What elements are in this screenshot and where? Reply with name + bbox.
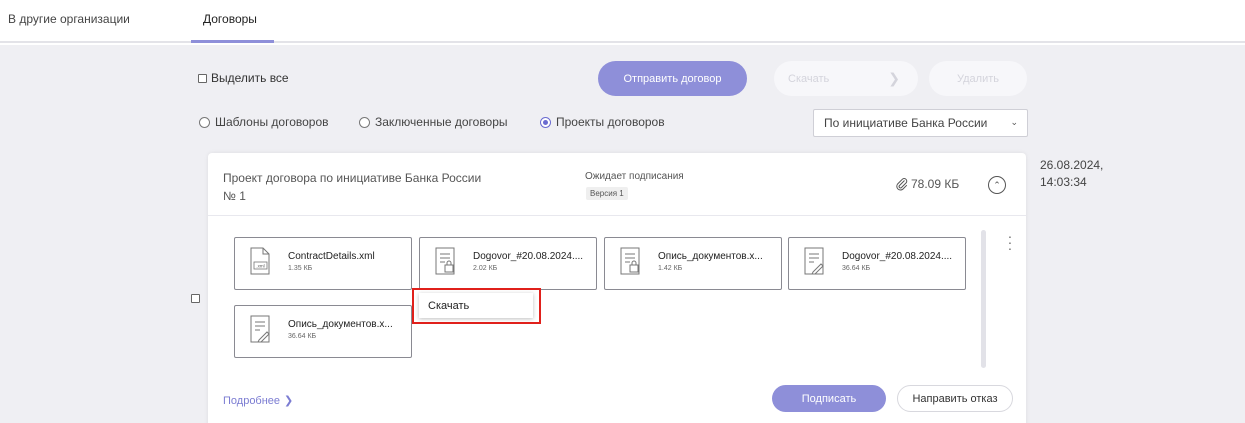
file-tile[interactable]: Dogovor_#20.08.2024.... 36.64 КБ <box>788 237 966 290</box>
file-size: 1.35 КБ <box>288 265 313 272</box>
delete-button[interactable]: Удалить <box>929 61 1027 96</box>
paperclip-icon <box>896 178 908 191</box>
radio-projects[interactable]: Проекты договоров <box>540 115 665 129</box>
tab-contracts[interactable]: Договоры <box>203 12 257 26</box>
file-name: Dogovor_#20.08.2024.... <box>842 251 953 262</box>
status-text: Ожидает подписания <box>585 171 684 182</box>
divider <box>208 215 1026 216</box>
highlight-frame <box>412 288 541 324</box>
chevron-right-icon: ❯ <box>888 70 900 86</box>
send-contract-button[interactable]: Отправить договор <box>598 61 747 96</box>
card-date: 26.08.2024, <box>1040 158 1104 172</box>
card-time: 14:03:34 <box>1040 175 1087 189</box>
file-size: 36.64 КБ <box>842 265 871 272</box>
file-name: ContractDetails.xml <box>288 251 375 262</box>
card-checkbox[interactable] <box>191 294 200 303</box>
file-tile[interactable]: Опись_документов.x... 36.64 КБ <box>234 305 412 358</box>
contract-card: Проект договора по инициативе Банка Росс… <box>208 153 1026 423</box>
file-name: Опись_документов.x... <box>658 251 763 262</box>
file-name: Опись_документов.x... <box>288 319 393 330</box>
signed-document-icon <box>804 247 824 275</box>
select-all-label: Выделить все <box>211 71 289 85</box>
file-tile[interactable]: Опись_документов.x... 1.42 КБ <box>604 237 782 290</box>
total-size: 78.09 КБ <box>895 177 959 191</box>
file-size: 1.42 КБ <box>658 265 683 272</box>
signed-document-icon <box>250 315 270 343</box>
locked-document-icon <box>620 247 640 275</box>
radio-templates-label: Шаблоны договоров <box>215 115 329 129</box>
chevron-down-icon: ⌄ <box>1010 117 1018 127</box>
card-timestamp: 26.08.2024, 14:03:34 <box>1040 157 1103 191</box>
file-name: Dogovor_#20.08.2024.... <box>473 251 584 262</box>
select-all-checkbox[interactable]: Выделить все <box>198 71 289 85</box>
checkbox-box[interactable] <box>198 73 207 83</box>
tab-other-organizations[interactable]: В другие организации <box>8 12 130 26</box>
file-tile[interactable]: Dogovor_#20.08.2024.... 2.02 КБ <box>419 237 597 290</box>
file-tile[interactable]: .xml ContractDetails.xml 1.35 КБ <box>234 237 412 290</box>
chevron-up-icon: ⌃ <box>993 179 1001 190</box>
radio-circle-selected[interactable] <box>540 116 551 128</box>
collapse-button[interactable]: ⌃ <box>988 176 1006 194</box>
radio-concluded[interactable]: Заключенные договоры <box>359 115 508 129</box>
radio-concluded-label: Заключенные договоры <box>375 115 508 129</box>
details-link-label: Подробнее <box>223 394 281 407</box>
kebab-menu-icon[interactable]: · · · <box>1007 229 1013 255</box>
initiator-select[interactable]: По инициативе Банка России ⌄ <box>813 109 1028 137</box>
card-number: № 1 <box>223 189 246 203</box>
radio-circle[interactable] <box>199 116 210 128</box>
version-badge: Версия 1 <box>586 187 628 200</box>
radio-projects-label: Проекты договоров <box>556 115 665 129</box>
svg-text:.xml: .xml <box>256 264 264 269</box>
chevron-right-icon: ❯ <box>284 395 294 407</box>
files-scrollbar[interactable] <box>981 230 986 368</box>
download-button-label: Скачать <box>788 72 830 85</box>
card-title: Проект договора по инициативе Банка Росс… <box>223 171 482 185</box>
locked-document-icon <box>435 247 455 275</box>
total-size-value: 78.09 КБ <box>911 177 960 191</box>
download-button[interactable]: Скачать ❯ <box>774 61 918 96</box>
active-tab-indicator <box>191 40 274 43</box>
initiator-select-value: По инициативе Банка России <box>824 116 988 130</box>
details-link[interactable]: Подробнее ❯ <box>223 394 294 408</box>
xml-file-icon: .xml <box>250 247 270 275</box>
sign-button[interactable]: Подписать <box>772 385 886 412</box>
radio-templates[interactable]: Шаблоны договоров <box>199 115 329 129</box>
file-size: 2.02 КБ <box>473 265 498 272</box>
file-size: 36.64 КБ <box>288 333 317 340</box>
top-tabs: В другие организации Договоры <box>0 0 1245 43</box>
reject-button[interactable]: Направить отказ <box>897 385 1013 412</box>
radio-circle[interactable] <box>359 116 370 128</box>
